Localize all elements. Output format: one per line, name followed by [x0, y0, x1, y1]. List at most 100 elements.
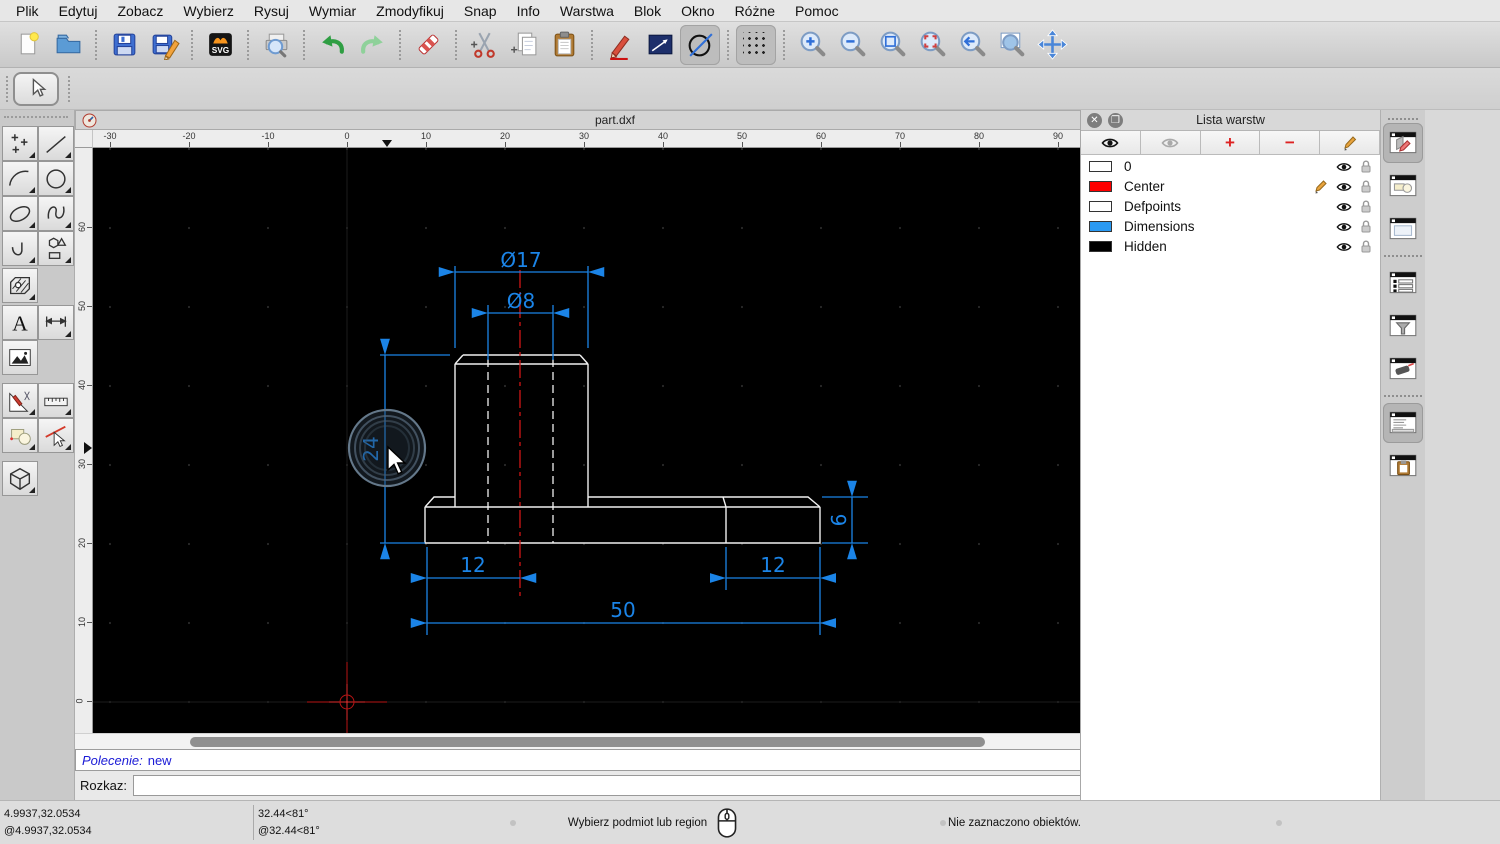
- horizontal-scrollbar-thumb[interactable]: [190, 737, 985, 747]
- menu-info[interactable]: Info: [507, 3, 550, 19]
- measure-tool[interactable]: [38, 383, 74, 418]
- hruler-tick: [426, 142, 427, 147]
- polyline-tool[interactable]: [2, 231, 38, 266]
- dimensions[interactable]: [380, 266, 868, 635]
- vruler-label: 0: [75, 698, 85, 703]
- menu-wybierz[interactable]: Wybierz: [173, 3, 243, 19]
- pencil-icon: [1342, 135, 1358, 151]
- dock-clipboard-button[interactable]: [1383, 446, 1423, 486]
- zoom-window-button[interactable]: [992, 25, 1032, 65]
- delete-eraser-button[interactable]: [408, 25, 448, 65]
- menu-wymiar[interactable]: Wymiar: [299, 3, 366, 19]
- blocks-tool[interactable]: [2, 418, 38, 453]
- dock-pen-tool-button[interactable]: [1383, 349, 1423, 389]
- toolbar-separator: [783, 30, 785, 60]
- dock-filter-button[interactable]: [1383, 306, 1423, 346]
- zoom-pan-button[interactable]: [1032, 25, 1072, 65]
- zoom-previous-button[interactable]: [952, 25, 992, 65]
- command-history[interactable]: Polecenie: new: [75, 749, 1155, 771]
- ellipse-tool[interactable]: [2, 196, 38, 231]
- vruler-tick: [87, 227, 92, 228]
- command-input[interactable]: [133, 775, 1119, 796]
- palette-handle: [4, 116, 68, 118]
- layer-color-swatch[interactable]: [1089, 241, 1112, 252]
- text-tool[interactable]: A: [2, 305, 38, 340]
- line-attributes-button[interactable]: [640, 25, 680, 65]
- copy-button[interactable]: [504, 25, 544, 65]
- save-as-button[interactable]: [144, 25, 184, 65]
- layer-row-dimensions[interactable]: Dimensions: [1081, 216, 1380, 236]
- polygon-tool[interactable]: [38, 231, 74, 266]
- remove-layer-button[interactable]: −: [1260, 131, 1320, 154]
- menu-snap[interactable]: Snap: [454, 3, 507, 19]
- circle-tool[interactable]: [38, 161, 74, 196]
- spline-tool[interactable]: [38, 196, 74, 231]
- layer-color-swatch[interactable]: [1089, 181, 1112, 192]
- print-preview-button[interactable]: [256, 25, 296, 65]
- menu-zmodyfikuj[interactable]: Zmodyfikuj: [366, 3, 454, 19]
- vruler-tick: [87, 622, 92, 623]
- export-svg-button[interactable]: SVG: [200, 25, 240, 65]
- menu-rysuj[interactable]: Rysuj: [244, 3, 299, 19]
- menu-okno[interactable]: Okno: [671, 3, 724, 19]
- new-document-button[interactable]: [8, 25, 48, 65]
- layer-row-center[interactable]: Center: [1081, 176, 1380, 196]
- layer-row-hidden[interactable]: Hidden: [1081, 236, 1380, 256]
- menu-plik[interactable]: Plik: [6, 3, 49, 19]
- menu-różne[interactable]: Różne: [725, 3, 785, 19]
- paste-button[interactable]: [544, 25, 584, 65]
- grid-toggle-button[interactable]: [736, 25, 776, 65]
- layer-row-0[interactable]: 0: [1081, 156, 1380, 176]
- points-tool[interactable]: [2, 126, 38, 161]
- arc-tool[interactable]: [2, 161, 38, 196]
- open-file-button[interactable]: [48, 25, 88, 65]
- hatch-tool[interactable]: [2, 268, 38, 303]
- delete-tool[interactable]: [38, 418, 74, 453]
- menu-blok[interactable]: Blok: [624, 3, 671, 19]
- layer-color-swatch[interactable]: [1089, 161, 1112, 172]
- zoom-redraw-button[interactable]: [912, 25, 952, 65]
- menu-warstwa[interactable]: Warstwa: [550, 3, 624, 19]
- attributes-pen-button[interactable]: [600, 25, 640, 65]
- undo-button[interactable]: [312, 25, 352, 65]
- save-button[interactable]: [104, 25, 144, 65]
- lock-icon[interactable]: [1360, 239, 1372, 258]
- edit-layer-button[interactable]: [1320, 131, 1380, 154]
- add-layer-button[interactable]: +: [1201, 131, 1261, 154]
- solid-3d-tool[interactable]: [2, 461, 38, 496]
- select-arrow-button[interactable]: [13, 72, 59, 106]
- zoom-in-button[interactable]: [792, 25, 832, 65]
- layer-color-swatch[interactable]: [1089, 221, 1112, 232]
- horizontal-scrollbar[interactable]: 10 < 100: [75, 733, 1155, 749]
- layer-color-swatch[interactable]: [1089, 201, 1112, 212]
- relative-coordinate: @4.9937,32.0534: [4, 823, 92, 840]
- dock-command-line-button[interactable]: [1383, 403, 1423, 443]
- layer-panel-titlebar[interactable]: ✕ ❐ Lista warstw: [1081, 110, 1380, 131]
- hruler-label: 30: [579, 131, 589, 141]
- redo-button[interactable]: [352, 25, 392, 65]
- cut-button[interactable]: [464, 25, 504, 65]
- hruler-label: 0: [344, 131, 349, 141]
- menu-edytuj[interactable]: Edytuj: [49, 3, 108, 19]
- zoom-auto-button[interactable]: [872, 25, 912, 65]
- hide-all-layers-button[interactable]: [1141, 131, 1201, 154]
- command-prompt-row: Rozkaz:: [75, 771, 1155, 800]
- dock-block-list-button[interactable]: [1383, 166, 1423, 206]
- menu-zobacz[interactable]: Zobacz: [107, 3, 173, 19]
- part-outline[interactable]: [425, 355, 820, 543]
- show-all-layers-button[interactable]: [1081, 131, 1141, 154]
- layer-row-defpoints[interactable]: Defpoints: [1081, 196, 1380, 216]
- dock-layer-list-button[interactable]: [1383, 123, 1423, 163]
- dimension-tool[interactable]: [38, 305, 74, 340]
- modify-tool[interactable]: [2, 383, 38, 418]
- document-titlebar[interactable]: part.dxf: [75, 110, 1155, 130]
- draft-mode-button[interactable]: [680, 25, 720, 65]
- dock-library-button[interactable]: [1383, 209, 1423, 249]
- dock-entity-list-button[interactable]: [1383, 263, 1423, 303]
- image-tool[interactable]: [2, 340, 38, 375]
- menu-pomoc[interactable]: Pomoc: [785, 3, 849, 19]
- zoom-out-button[interactable]: [832, 25, 872, 65]
- eye-icon[interactable]: [1336, 240, 1352, 258]
- drawing-canvas[interactable]: Ø17 Ø8 24 6 12 12 50: [93, 148, 1139, 733]
- line-tool[interactable]: [38, 126, 74, 161]
